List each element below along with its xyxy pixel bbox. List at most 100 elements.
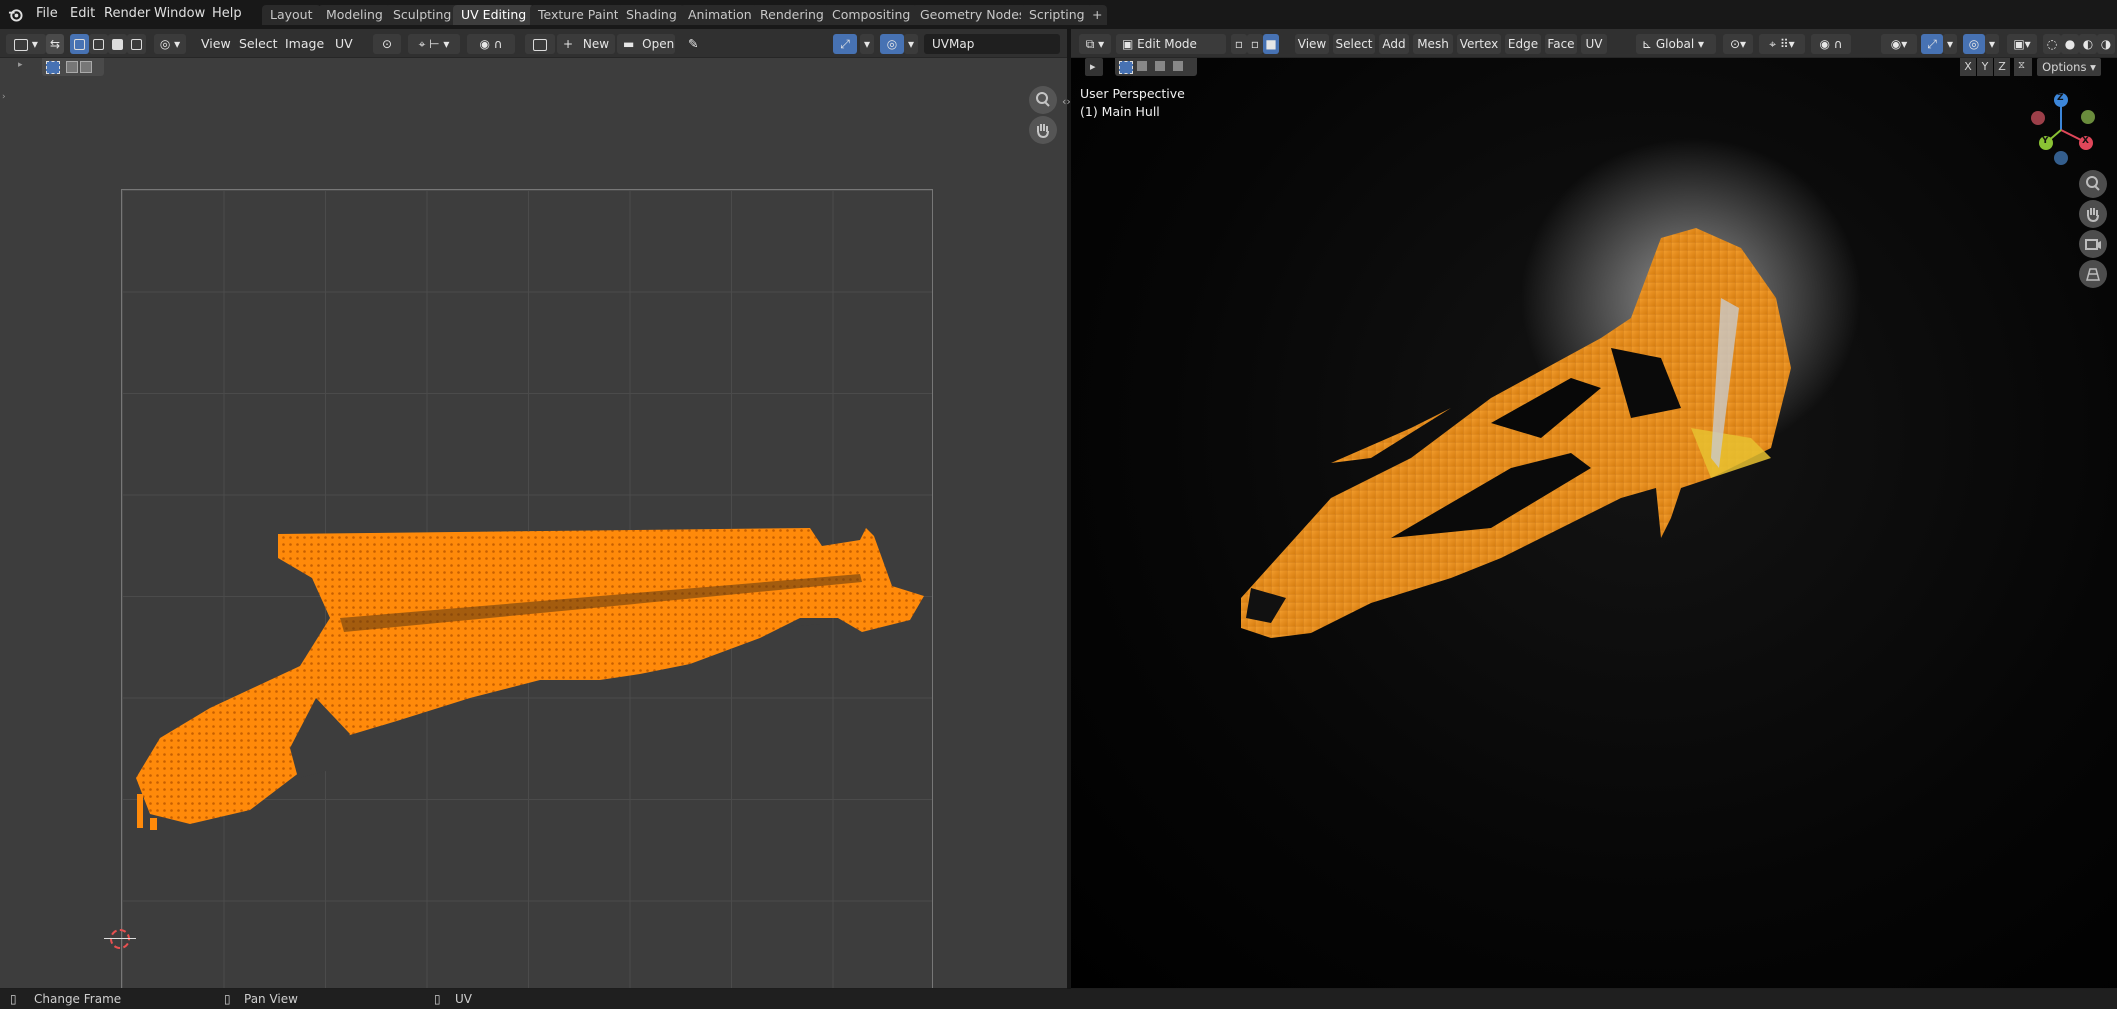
gizmo-dropdown[interactable]: ▾ xyxy=(860,34,874,54)
editor-type-button[interactable]: ▾ xyxy=(6,34,46,54)
viewport-editor-type-button[interactable]: ⧉ ▾ xyxy=(1079,34,1111,54)
tab-sculpting[interactable]: Sculpting xyxy=(385,5,460,25)
uv-menu-image[interactable]: Image xyxy=(280,34,329,54)
top-menu-bar: File Edit Render Window Help Layout Mode… xyxy=(0,0,2117,29)
folder-icon: ▬ xyxy=(623,37,639,51)
mode-dropdown[interactable]: ▣ Edit Mode xyxy=(1116,34,1226,54)
new-image-button[interactable]: + New xyxy=(557,34,615,54)
transform-orientation-dropdown[interactable]: ⊾ Global ▾ xyxy=(1636,34,1716,54)
menu-help[interactable]: Help xyxy=(206,4,248,24)
menu-window[interactable]: Window xyxy=(148,4,211,24)
pivot-icon: ⊙▾ xyxy=(1729,37,1747,51)
zoom-view-button[interactable] xyxy=(1029,86,1057,114)
pivot-point-dropdown[interactable]: ⊙ xyxy=(373,34,401,54)
proportional-editing-dropdown[interactable]: ◉ ∩ xyxy=(467,34,515,54)
rendered-shading-button[interactable]: ◑ xyxy=(2097,34,2115,54)
visibility-dropdown[interactable]: ◉▾ xyxy=(1881,34,1917,54)
viewport-vertex-select-button[interactable]: ▫ xyxy=(1231,34,1247,54)
viewport-menu-uv[interactable]: UV xyxy=(1581,34,1607,54)
mouse-right-icon: ▯ xyxy=(434,992,441,1006)
mouse-left-icon: ▯ xyxy=(10,992,17,1006)
uv-small-island[interactable] xyxy=(137,794,143,828)
viewport-menu-mesh[interactable]: Mesh xyxy=(1413,34,1453,54)
island-select-mode-button[interactable] xyxy=(127,34,146,54)
overlay-toggle-button[interactable]: ◎ xyxy=(880,34,904,54)
vertex-select-mode-button[interactable] xyxy=(70,34,89,54)
tab-rendering[interactable]: Rendering xyxy=(752,5,832,25)
edge-select-icon xyxy=(93,39,104,50)
overlay-icon: ◎ xyxy=(1968,37,1980,51)
chevron-down-icon: ▾ xyxy=(863,37,871,51)
viewport-menu-select[interactable]: Select xyxy=(1333,34,1375,54)
add-workspace-button[interactable]: + xyxy=(1087,5,1108,25)
snap-dropdown[interactable]: ⌖ ⠿▾ xyxy=(1759,34,1805,54)
3d-viewport-icon: ⧉ ▾ xyxy=(1085,37,1105,51)
gizmo-toggle-button[interactable]: ⤢ xyxy=(833,34,857,54)
area-resize-arrows-icon[interactable]: ‹› xyxy=(1062,95,1071,108)
gizmo-icon: ⤢ xyxy=(840,37,850,51)
3d-viewport-area[interactable]: ▸ User Perspective (1) Main Hull X Y Z ⧖… xyxy=(1071,58,2117,988)
uv-editor-area[interactable]: ▸ › xyxy=(0,58,1067,988)
tab-shading[interactable]: Shading xyxy=(618,5,685,25)
2d-cursor-crosshair xyxy=(104,938,136,939)
viewport-gizmo-toggle[interactable]: ⤢ xyxy=(1921,34,1943,54)
overlay-icon: ◎ xyxy=(886,37,898,51)
snapping-dropdown[interactable]: ⌖ ⊢ ▾ xyxy=(408,34,460,54)
menu-edit[interactable]: Edit xyxy=(64,4,101,24)
overlay-dropdown[interactable]: ▾ xyxy=(904,34,918,54)
face-select-mode-button[interactable] xyxy=(108,34,127,54)
snap-icon: ⌖ ⠿▾ xyxy=(1769,37,1795,51)
uv-menu-select[interactable]: Select xyxy=(234,34,283,54)
status-bar: ▯ Change Frame ▯ Pan View ▯ UV xyxy=(0,989,2117,1009)
new-image-label: New xyxy=(582,37,610,51)
viewport-menu-face[interactable]: Face xyxy=(1545,34,1577,54)
viewport-menu-view[interactable]: View xyxy=(1295,34,1329,54)
tab-texture-paint[interactable]: Texture Paint xyxy=(530,5,627,25)
viewport-menu-edge[interactable]: Edge xyxy=(1505,34,1541,54)
uv-menu-uv[interactable]: UV xyxy=(330,34,358,54)
proportional-dropdown[interactable]: ◉ ∩ xyxy=(1811,34,1851,54)
viewport-face-select-button[interactable]: ■ xyxy=(1263,34,1279,54)
material-shading-button[interactable]: ◐ xyxy=(2079,34,2097,54)
uv-islands[interactable] xyxy=(0,58,1067,988)
sticky-selection-dropdown[interactable]: ◎ ▾ xyxy=(154,34,186,54)
blender-logo-icon[interactable] xyxy=(8,7,23,22)
tab-scripting[interactable]: Scripting xyxy=(1021,5,1093,25)
pivot-dropdown[interactable]: ⊙▾ xyxy=(1723,34,1753,54)
tab-animation[interactable]: Animation xyxy=(680,5,760,25)
vertex-select-icon xyxy=(74,39,85,50)
viewport-menu-vertex[interactable]: Vertex xyxy=(1457,34,1501,54)
tab-compositing[interactable]: Compositing xyxy=(824,5,919,25)
rendered-shading-icon: ◑ xyxy=(2100,37,2112,51)
uv-small-island[interactable] xyxy=(150,818,157,830)
wireframe-shading-button[interactable]: ◌ xyxy=(2043,34,2061,54)
menu-file[interactable]: File xyxy=(30,4,64,24)
uv-menu-view[interactable]: View xyxy=(196,34,236,54)
solid-shading-icon: ● xyxy=(2064,37,2076,51)
image-browse-button[interactable] xyxy=(525,34,555,54)
2d-cursor-icon[interactable] xyxy=(110,929,130,949)
pin-icon[interactable]: ✎ xyxy=(683,34,703,54)
gizmo-icon: ⤢ xyxy=(1927,37,1937,51)
plus-icon: + xyxy=(563,37,577,51)
mouse-middle-icon: ▯ xyxy=(224,992,231,1006)
tab-uv-editing[interactable]: UV Editing xyxy=(453,5,535,25)
edge-select-mode-button[interactable] xyxy=(89,34,108,54)
xray-toggle[interactable]: ▣▾ xyxy=(2007,34,2037,54)
pan-view-button[interactable] xyxy=(1029,116,1057,144)
viewport-edge-select-button[interactable]: ▫ xyxy=(1247,34,1263,54)
viewport-gizmo-dropdown[interactable]: ▾ xyxy=(1943,34,1957,54)
mesh-object-main-hull[interactable] xyxy=(1071,58,2117,988)
viewport-overlay-dropdown[interactable]: ▾ xyxy=(1985,34,1999,54)
sync-selection-toggle[interactable]: ⇆ xyxy=(46,34,64,54)
uvmap-field[interactable]: UVMap xyxy=(924,34,1060,54)
viewport-overlay-toggle[interactable]: ◎ xyxy=(1963,34,1985,54)
tab-geometry-nodes[interactable]: Geometry Nodes xyxy=(912,5,1034,25)
tab-modeling[interactable]: Modeling xyxy=(318,5,391,25)
tab-layout[interactable]: Layout xyxy=(262,5,321,25)
edge-select-icon: ▫ xyxy=(1250,37,1260,51)
solid-shading-button[interactable]: ● xyxy=(2061,34,2079,54)
viewport-menu-add[interactable]: Add xyxy=(1379,34,1409,54)
image-icon xyxy=(533,38,547,51)
open-image-button[interactable]: ▬ Open xyxy=(617,34,675,54)
